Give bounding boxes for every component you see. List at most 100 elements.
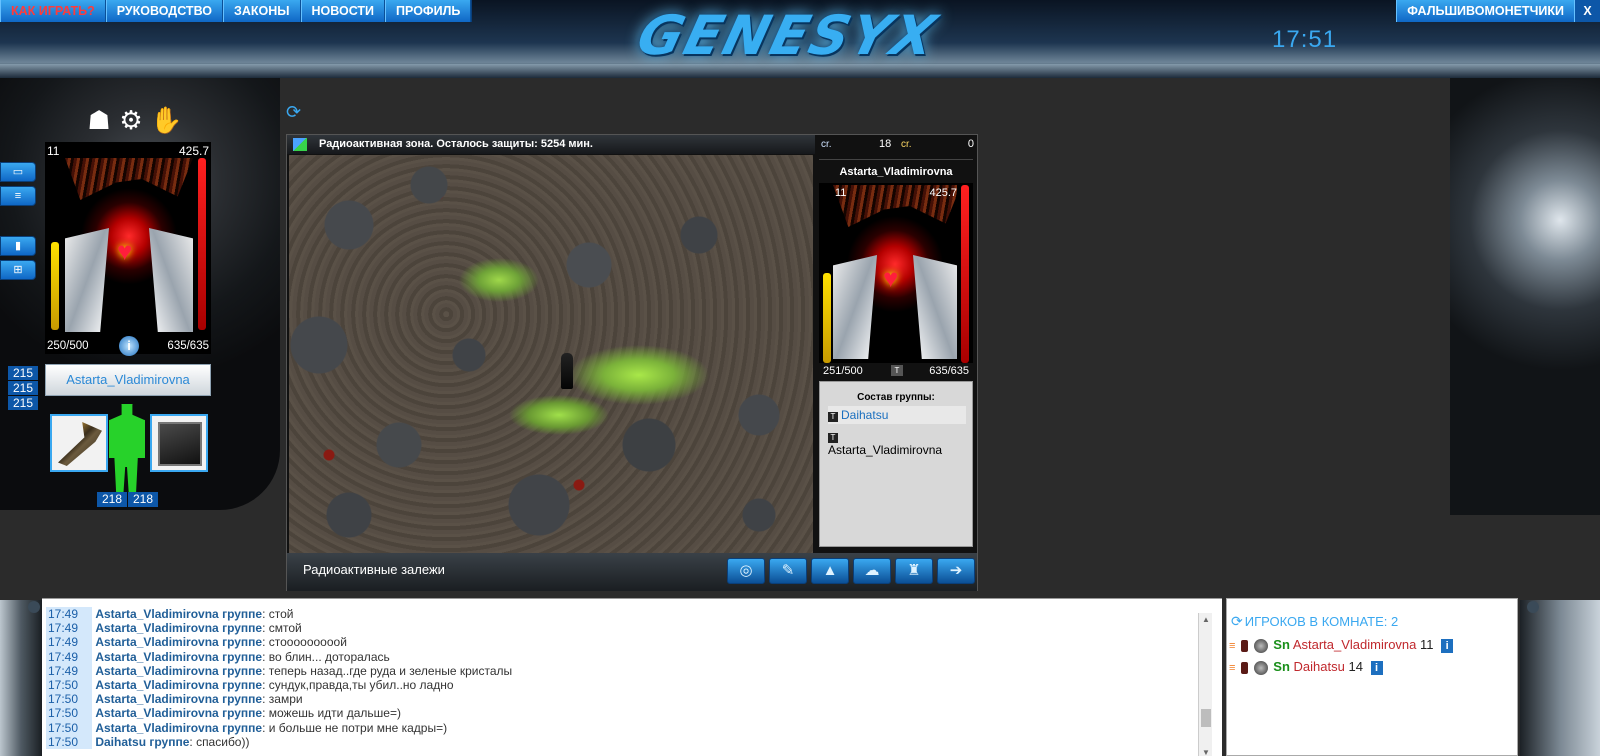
exit-icon[interactable]: ➔ — [937, 558, 975, 584]
chat-settings-icon[interactable] — [28, 601, 40, 613]
currency-value: 0 — [967, 138, 974, 150]
radar-icon[interactable]: ◎ — [727, 558, 765, 584]
zone-flag-icon — [293, 138, 307, 151]
room-player[interactable]: ≡ Sn Daihatsu 14 i — [1229, 659, 1383, 675]
right-bottom-decoration — [1520, 600, 1600, 756]
chat-channel: группе — [222, 678, 263, 693]
book-slot[interactable] — [150, 414, 208, 472]
scroll-thumb[interactable] — [1201, 709, 1211, 727]
chat-channel: группе — [222, 607, 263, 621]
target-hp-bar — [823, 273, 831, 363]
nav-how-to-play[interactable]: КАК ИГРАТЬ? — [0, 0, 106, 22]
chat-author[interactable]: Daihatsu — [95, 735, 146, 749]
scroll-down-icon[interactable]: ▼ — [1202, 748, 1210, 756]
refresh-icon[interactable]: ⟳ — [1231, 613, 1243, 629]
target-avatar[interactable]: ♥ — [833, 185, 957, 361]
chat-time: 17:49 — [46, 663, 92, 679]
group-panel: Состав группы: T Daihatsu T Astarta_Vladim… — [819, 381, 973, 547]
player-character[interactable] — [561, 353, 573, 389]
group-member[interactable]: T Astarta_Vladimirovna — [828, 427, 966, 459]
stat-value: 215 — [8, 366, 38, 380]
chat-text: стооооооооой — [268, 635, 347, 650]
chat-line: 17:50 Daihatsu группе: спасибо)) — [46, 734, 250, 750]
player-avatar[interactable]: ♥ — [65, 158, 193, 332]
hand-icon[interactable]: ✋ — [150, 104, 182, 136]
chat-line: 17:50 Astarta_Vladimirovna группе: и бол… — [46, 720, 448, 735]
player-experience: 425.7 — [178, 144, 209, 158]
room-panel: ⟳ ИГРОКОВ В КОМНАТЕ: 2 ≡ Sn Astarta_Vladi… — [1226, 598, 1518, 756]
tower-icon[interactable]: ▲ — [811, 558, 849, 584]
target-hp: 251/500 — [823, 365, 863, 377]
player-name[interactable]: Astarta_Vladimirovna — [45, 364, 211, 396]
chat-text: спасибо)) — [196, 734, 250, 749]
robot-icon[interactable]: ♜ — [895, 558, 933, 584]
member-icon: T — [828, 433, 838, 443]
chat-channel: группе — [222, 692, 263, 707]
chat-line: 17:50 Astarta_Vladimirovna группе: можеш… — [46, 706, 401, 721]
chat-author[interactable]: Astarta_Vladimirovna — [95, 692, 218, 706]
info-icon[interactable]: i — [119, 336, 139, 356]
nav-laws[interactable]: ЗАКОНЫ — [223, 0, 301, 22]
clan-icon — [1253, 660, 1268, 675]
chat-author[interactable]: Astarta_Vladimirovna — [95, 721, 218, 735]
chat-text: сундук,правда,ты убил..но ладно — [268, 678, 454, 693]
location-name: Радиоактивные залежи — [303, 562, 445, 577]
side-button-2[interactable]: ≡ — [0, 186, 36, 206]
chat-scrollbar[interactable]: ▲ ▼ — [1198, 613, 1212, 756]
cloud-icon[interactable]: ☁ — [853, 558, 891, 584]
player-info-icon[interactable]: i — [1441, 638, 1454, 653]
nav-counterfeiters[interactable]: ФАЛЬШИВОМОНЕТЧИКИ — [1396, 0, 1574, 22]
clock: 17:51 — [1272, 26, 1338, 53]
map-pen-icon[interactable]: ✎ — [769, 558, 807, 584]
chat-author[interactable]: Astarta_Vladimirovna — [95, 635, 218, 649]
group-member[interactable]: T Daihatsu — [828, 406, 966, 424]
close-button[interactable]: X — [1574, 0, 1600, 22]
player-mana: 635/635 — [167, 340, 209, 352]
refresh-icon[interactable]: ⟳ — [286, 102, 301, 123]
chat-channel: группе — [222, 621, 263, 636]
heart-icon: ♥ — [117, 236, 133, 266]
room-settings-icon[interactable] — [1527, 601, 1539, 613]
chat-time: 17:49 — [46, 621, 92, 636]
game-bottom-bar: Радиоактивные залежи ◎ ✎ ▲ ☁ ♜ ➔ — [287, 553, 977, 591]
character-icons: ☗ ⚙ ✋ — [86, 104, 182, 136]
user-icon[interactable]: ☗ — [86, 104, 112, 136]
chat-text: можешь идти дальше=) — [268, 706, 401, 721]
side-button-4[interactable]: ⊞ — [0, 260, 36, 280]
weapon-slot[interactable] — [50, 414, 108, 472]
right-decoration — [1450, 60, 1600, 515]
game-map[interactable] — [289, 155, 813, 553]
stat-value: 215 — [8, 396, 38, 410]
settings-icon[interactable]: ⚙ — [118, 104, 144, 136]
nav-guide[interactable]: РУКОВОДСТВО — [105, 0, 224, 22]
player-panel: 11 425.7 ♥ 250/500 i 635/635 — [45, 142, 211, 356]
player-hp: 250/500 — [47, 340, 89, 352]
currency-label: cr. — [901, 139, 912, 150]
side-button-3[interactable]: ▮ — [0, 236, 36, 256]
target-name[interactable]: Astarta_Vladimirovna — [819, 159, 973, 183]
player-info-icon[interactable]: i — [1370, 660, 1383, 675]
top-right-nav: ФАЛЬШИВОМОНЕТЧИКИ X — [1396, 0, 1600, 22]
nav-news[interactable]: НОВОСТИ — [300, 0, 386, 22]
chat-author[interactable]: Astarta_Vladimirovna — [95, 664, 218, 678]
chat-line: 17:49 Astarta_Vladimirovna группе: тепер… — [46, 663, 513, 679]
room-player[interactable]: ≡ Sn Astarta_Vladimirovna 11 i — [1229, 637, 1454, 653]
player-level: 11 — [47, 144, 60, 158]
currency-label: cr. — [821, 139, 832, 150]
mana-bar — [198, 158, 206, 330]
chat-time: 17:49 — [46, 649, 92, 664]
chat-author[interactable]: Astarta_Vladimirovna — [95, 607, 218, 621]
game-window: Радиоактивная зона. Осталось защиты: 525… — [286, 134, 978, 591]
chat-channel: группе — [222, 635, 263, 650]
stat-bottom: 218 — [97, 492, 127, 507]
side-button-1[interactable]: ▭ — [0, 162, 36, 182]
scroll-up-icon[interactable]: ▲ — [1202, 615, 1210, 624]
currency-bar: cr. 18 cr. 0 — [817, 135, 977, 154]
group-title: Состав группы: — [857, 392, 935, 403]
chat-author[interactable]: Astarta_Vladimirovna — [95, 678, 218, 692]
chat-author[interactable]: Astarta_Vladimirovna — [95, 706, 218, 720]
chat-text: стой — [268, 607, 294, 621]
chat-author[interactable]: Astarta_Vladimirovna — [95, 650, 218, 664]
chat-author[interactable]: Astarta_Vladimirovna — [95, 621, 218, 635]
nav-profile[interactable]: ПРОФИЛЬ — [385, 0, 472, 22]
